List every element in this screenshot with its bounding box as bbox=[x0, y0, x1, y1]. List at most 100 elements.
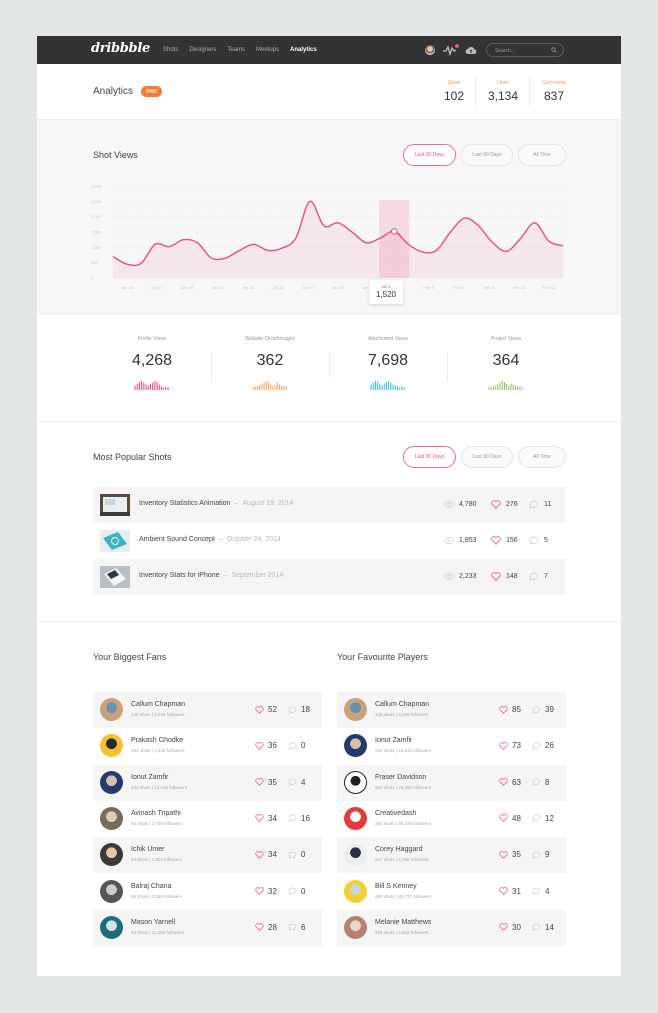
y-tick-label: 1,000 bbox=[91, 245, 102, 250]
likes-count: 28 bbox=[268, 922, 277, 932]
person-name[interactable]: Callum Chapman bbox=[131, 701, 185, 708]
spark-bar bbox=[163, 387, 165, 390]
person-name[interactable]: Balraj Chana bbox=[131, 883, 171, 890]
y-tick-label: 0 bbox=[91, 276, 94, 281]
person-name[interactable]: Bill S Kenney bbox=[375, 883, 417, 890]
person-meta: 392 shots | 39,186 followers bbox=[375, 820, 431, 826]
avatar[interactable] bbox=[100, 698, 123, 721]
nav-link-shots[interactable]: Shots bbox=[163, 47, 178, 53]
spark-bar bbox=[160, 386, 162, 390]
shot-row[interactable]: Inventory Statistics Animation – August 19… bbox=[93, 487, 565, 523]
person-likes: 63 bbox=[499, 778, 521, 787]
avatar[interactable] bbox=[344, 734, 367, 758]
spark-bar bbox=[399, 387, 401, 390]
player-row[interactable]: Bill S Kenney 489 shots | 35,737 followe… bbox=[337, 874, 566, 910]
person-name[interactable]: Corey Haggard bbox=[375, 846, 422, 853]
fan-row[interactable]: Balraj Chana 56 shots | 2,399 followers … bbox=[93, 874, 322, 910]
person-name[interactable]: Callum Chapman bbox=[375, 701, 429, 708]
shot-row[interactable]: Ambient Sound Concept – October 24, 2014 1… bbox=[93, 523, 565, 559]
comments-count: 0 bbox=[301, 741, 306, 751]
player-row[interactable]: Melanie Matthews 254 shots | 3,959 follo… bbox=[337, 909, 566, 946]
person-name[interactable]: Melanie Matthews bbox=[375, 919, 431, 926]
person-comments: 6 bbox=[288, 923, 305, 932]
comment-icon bbox=[529, 536, 539, 545]
player-row[interactable]: Callum Chapman 146 shots | 3,268 followe… bbox=[337, 692, 566, 728]
filter-last-30-days[interactable]: Last 30 Days bbox=[403, 144, 456, 166]
stat-label: Attachment Views bbox=[368, 336, 408, 342]
fan-row[interactable]: Mason Yarnell 53 shots | 11,496 follower… bbox=[93, 909, 322, 946]
shot-views-title: Shot Views bbox=[93, 150, 138, 160]
likes-count: 32 bbox=[268, 886, 277, 896]
shot-title[interactable]: Inventory Stats for iPhone – September 201… bbox=[139, 572, 283, 579]
person-likes: 35 bbox=[255, 778, 277, 787]
shot-title[interactable]: Inventory Statistics Animation – August 19… bbox=[139, 500, 293, 507]
avatar[interactable] bbox=[344, 806, 367, 830]
fan-row[interactable]: Prakash Ghodke 104 shots | 4,349 followe… bbox=[93, 728, 322, 764]
spark-bar bbox=[385, 381, 387, 390]
spark-bar bbox=[267, 382, 269, 390]
avatar[interactable] bbox=[100, 843, 123, 867]
avatar[interactable] bbox=[100, 770, 123, 794]
heart-icon bbox=[255, 742, 264, 750]
avatar[interactable] bbox=[344, 879, 367, 903]
filter-last-30-days[interactable]: Last 30 Days bbox=[403, 446, 456, 468]
person-name[interactable]: Ionut Zamfir bbox=[375, 737, 412, 744]
comments-count: 12 bbox=[545, 813, 554, 823]
player-row[interactable]: Corey Haggard 247 shots | 5,766 follower… bbox=[337, 837, 566, 874]
shot-title[interactable]: Ambient Sound Concept – October 24, 2014 bbox=[139, 536, 281, 543]
likes-count: 48 bbox=[512, 813, 521, 823]
filter-all-time[interactable]: All Time bbox=[518, 144, 566, 166]
person-likes: 32 bbox=[255, 887, 277, 896]
spark-bar bbox=[488, 387, 490, 390]
sparkline-project-views bbox=[488, 381, 523, 390]
avatar[interactable] bbox=[100, 734, 123, 758]
filter-all-time[interactable]: All Time bbox=[518, 446, 566, 468]
person-name[interactable]: Avinash Tripathi bbox=[131, 810, 181, 817]
person-name[interactable]: Ionut Zamfir bbox=[131, 774, 168, 781]
player-row[interactable]: Fraser Davidson 910 shots | 19,262 follo… bbox=[337, 764, 566, 801]
player-row[interactable]: Creativedash 392 shots | 39,186 follower… bbox=[337, 801, 566, 837]
shot-thumbnail[interactable] bbox=[100, 566, 130, 588]
player-row[interactable]: Ionut Zamfir 332 shots | 13,615 follower… bbox=[337, 728, 566, 764]
avatar[interactable] bbox=[100, 915, 123, 939]
avatar[interactable] bbox=[100, 806, 123, 830]
filter-last-90-days[interactable]: Last 90 Days bbox=[461, 144, 513, 166]
search-icon[interactable] bbox=[551, 47, 557, 53]
fan-row[interactable]: Avinash Tripathi 64 shots | 1,738 follow… bbox=[93, 801, 322, 837]
comment-icon bbox=[532, 778, 541, 787]
search-input[interactable] bbox=[495, 45, 550, 56]
person-comments: 9 bbox=[532, 850, 549, 859]
user-avatar[interactable] bbox=[425, 45, 435, 55]
person-name[interactable]: Prakash Ghodke bbox=[131, 737, 183, 744]
stat-value: 362 bbox=[256, 352, 284, 369]
nav-link-designers[interactable]: Designers bbox=[189, 47, 216, 53]
shot-views-chart: 0 500 1,000 1,500 2,000 2,500 3,000 Jan 15 Jan 1… bbox=[91, 184, 564, 290]
spark-bar bbox=[278, 384, 280, 390]
nav-link-meetups[interactable]: Meetups bbox=[256, 47, 279, 53]
dribbble-logo[interactable]: dribbble bbox=[91, 41, 150, 56]
nav-link-analytics[interactable]: Analytics bbox=[290, 47, 317, 53]
fan-row[interactable]: Ionut Zamfir 332 shots | 13,615 follower… bbox=[93, 764, 322, 801]
avatar[interactable] bbox=[344, 915, 367, 939]
cloud-upload-icon[interactable] bbox=[465, 45, 477, 55]
spark-bar bbox=[514, 385, 516, 390]
shot-row[interactable]: Inventory Stats for iPhone – September 201… bbox=[93, 559, 565, 595]
avatar[interactable] bbox=[344, 770, 367, 794]
person-name[interactable]: Fraser Davidson bbox=[375, 774, 426, 781]
spark-bar bbox=[490, 386, 492, 390]
person-name[interactable]: Ichik Umer bbox=[131, 846, 164, 853]
avatar[interactable] bbox=[344, 843, 367, 867]
nav-link-teams[interactable]: Teams bbox=[227, 47, 245, 53]
avatar[interactable] bbox=[344, 698, 367, 721]
shot-thumbnail[interactable] bbox=[100, 530, 130, 552]
comments-count: 16 bbox=[301, 813, 310, 823]
fan-row[interactable]: Ichik Umer 89 shots | 1,853 followers 34… bbox=[93, 837, 322, 874]
tooltip-date: Jan 1 bbox=[381, 284, 391, 289]
filter-last-90-days[interactable]: Last 90 Days bbox=[461, 446, 513, 468]
person-comments: 16 bbox=[288, 814, 310, 823]
shot-thumbnail[interactable] bbox=[100, 494, 130, 516]
avatar[interactable] bbox=[100, 879, 123, 903]
person-name[interactable]: Mason Yarnell bbox=[131, 919, 175, 926]
person-name[interactable]: Creativedash bbox=[375, 810, 416, 817]
fan-row[interactable]: Callum Chapman 146 shots | 3,268 followe… bbox=[93, 692, 322, 728]
